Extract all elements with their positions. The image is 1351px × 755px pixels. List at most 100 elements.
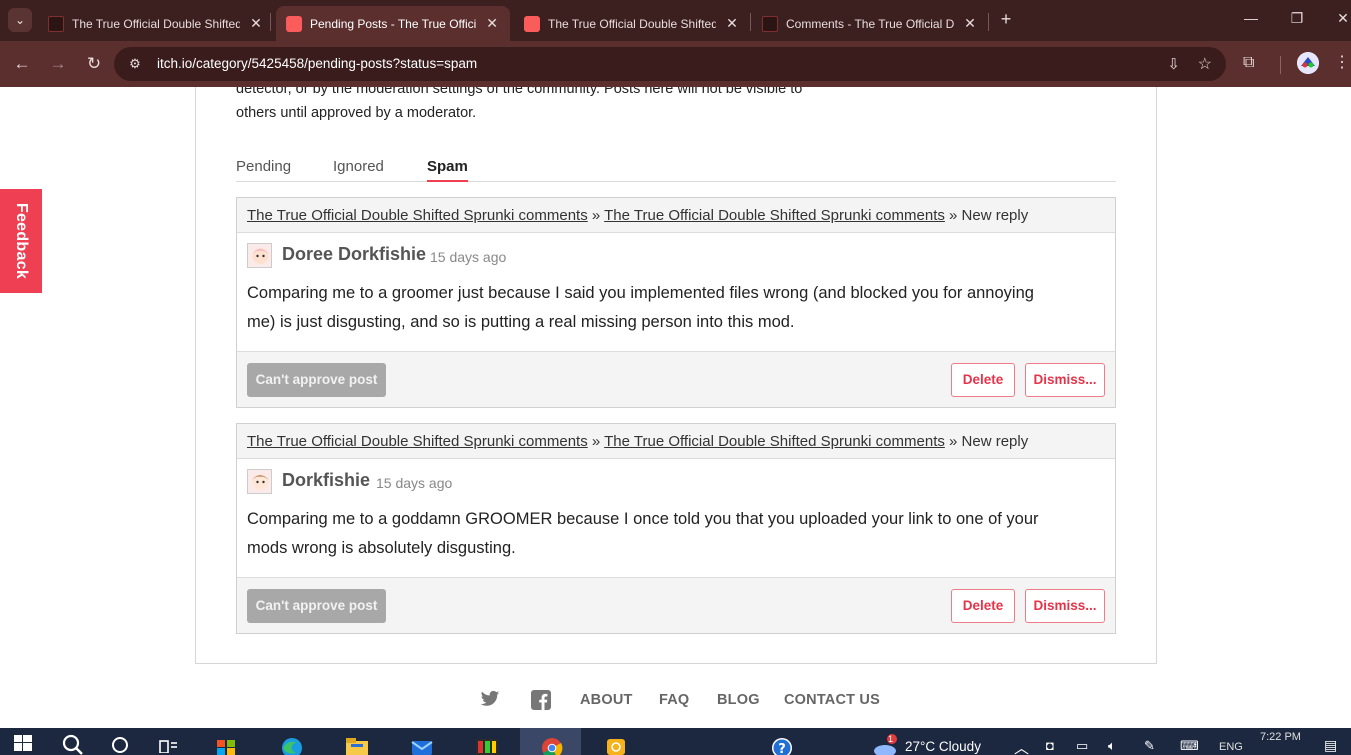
- profile-avatar-icon[interactable]: [1297, 52, 1319, 74]
- microsoft-store-icon[interactable]: [215, 733, 239, 755]
- itch-favicon-icon: [524, 15, 540, 32]
- browser-tab-3[interactable]: The True Official Double Shifted ✕: [514, 6, 750, 41]
- breadcrumb-current: » New reply: [949, 207, 1029, 224]
- dismiss-button[interactable]: Dismiss...: [1025, 363, 1105, 397]
- itch-favicon-icon: [286, 15, 302, 32]
- notes-app-icon[interactable]: [605, 733, 629, 755]
- language-indicator[interactable]: ENG: [1219, 741, 1243, 753]
- hidden-icons-chevron-icon[interactable]: ︿: [1014, 737, 1029, 755]
- browser-tab-1[interactable]: The True Official Double Shifted ✕: [38, 6, 274, 41]
- windows-taskbar: ? 1 27°C Cloudy ︿ ◘ ▭ 🔈︎ ✎ ⌨ ENG 7:22 PM…: [0, 728, 1351, 755]
- tab-ignored[interactable]: Ignored: [333, 158, 384, 182]
- page-viewport: Feedback detector, or by the moderation …: [0, 87, 1351, 728]
- cant-approve-button: Can't approve post: [247, 363, 386, 397]
- keyboard-icon[interactable]: ⌨: [1180, 738, 1199, 754]
- post-text: Comparing me to a groomer just because I…: [247, 284, 1034, 331]
- reload-icon[interactable]: ↻: [82, 52, 106, 76]
- delete-button[interactable]: Delete: [951, 589, 1015, 623]
- footer-link-blog[interactable]: BLOG: [717, 692, 760, 708]
- windows-start-icon[interactable]: [14, 733, 38, 755]
- tab-divider: [988, 13, 989, 31]
- footer-link-faq[interactable]: FAQ: [659, 692, 689, 708]
- post-author[interactable]: Dorkfishie: [282, 470, 370, 491]
- browser-tab-strip: ⌄ The True Official Double Shifted ✕ Pen…: [0, 0, 1351, 41]
- game-app-icon[interactable]: [475, 733, 499, 755]
- browser-toolbar: ← → ↻ ⚙ itch.io/category/5425458/pending…: [0, 41, 1351, 87]
- battery-icon[interactable]: ▭: [1076, 738, 1088, 754]
- edge-browser-icon[interactable]: [280, 733, 304, 755]
- facebook-icon[interactable]: [531, 690, 551, 710]
- new-tab-icon[interactable]: +: [996, 9, 1016, 30]
- minimize-icon[interactable]: —: [1241, 10, 1261, 26]
- post-body: Doree Dorkfishie 15 days ago Comparing m…: [237, 233, 1115, 351]
- breadcrumb: The True Official Double Shifted Sprunki…: [237, 424, 1115, 459]
- breadcrumb-link-game-comments[interactable]: The True Official Double Shifted Sprunki…: [247, 433, 588, 450]
- notification-icon[interactable]: ▤: [1324, 737, 1337, 754]
- browser-tab-4[interactable]: Comments - The True Official D ✕: [752, 6, 988, 41]
- breadcrumb-link-game-comments[interactable]: The True Official Double Shifted Sprunki…: [247, 207, 588, 224]
- tab-pending[interactable]: Pending: [236, 158, 291, 182]
- breadcrumb: The True Official Double Shifted Sprunki…: [237, 198, 1115, 233]
- user-avatar[interactable]: [247, 469, 272, 494]
- task-view-icon[interactable]: [158, 733, 182, 755]
- tab-spam[interactable]: Spam: [427, 158, 468, 182]
- post-date[interactable]: 15 days ago: [376, 475, 452, 491]
- install-app-icon[interactable]: ⇩: [1167, 55, 1180, 73]
- file-explorer-icon[interactable]: [345, 733, 369, 755]
- footer-link-about[interactable]: ABOUT: [580, 692, 633, 708]
- url-text[interactable]: itch.io/category/5425458/pending-posts?s…: [157, 56, 477, 71]
- breadcrumb-link-topic[interactable]: The True Official Double Shifted Sprunki…: [604, 207, 945, 224]
- search-icon[interactable]: [62, 733, 86, 755]
- close-tab-icon[interactable]: ✕: [724, 15, 740, 32]
- dismiss-button[interactable]: Dismiss...: [1025, 589, 1105, 623]
- back-arrow-icon[interactable]: ←: [10, 52, 34, 76]
- breadcrumb-separator: »: [591, 433, 601, 450]
- cortana-icon[interactable]: [110, 733, 134, 755]
- bookmark-star-icon[interactable]: ☆: [1198, 54, 1212, 74]
- feedback-button[interactable]: Feedback: [0, 189, 42, 293]
- tab-title: The True Official Double Shifted: [548, 16, 716, 31]
- close-tab-icon[interactable]: ✕: [248, 15, 264, 32]
- pending-posts-description: detector, or by the moderation settings …: [236, 87, 803, 121]
- mail-app-icon[interactable]: [410, 733, 434, 755]
- tab-divider: [750, 13, 751, 31]
- restore-icon[interactable]: ❐: [1287, 10, 1307, 27]
- camera-icon[interactable]: ◘: [1046, 738, 1054, 753]
- tab-title: The True Official Double Shifted: [72, 16, 240, 31]
- weather-text[interactable]: 27°C Cloudy: [905, 739, 981, 754]
- feedback-label: Feedback: [13, 202, 30, 280]
- forward-arrow-icon[interactable]: →: [46, 52, 70, 76]
- tab-search-button[interactable]: ⌄: [8, 8, 32, 32]
- cant-approve-button: Can't approve post: [247, 589, 386, 623]
- breadcrumb-separator: »: [591, 207, 601, 224]
- post-actions: Can't approve post Delete Dismiss...: [237, 577, 1115, 633]
- breadcrumb-link-topic[interactable]: The True Official Double Shifted Sprunki…: [604, 433, 945, 450]
- help-icon[interactable]: ?: [770, 733, 794, 755]
- footer-link-contact-us[interactable]: CONTACT US: [784, 692, 880, 708]
- twitter-icon[interactable]: [480, 690, 500, 710]
- address-bar[interactable]: ⚙ itch.io/category/5425458/pending-posts…: [114, 47, 1226, 81]
- chrome-browser-icon[interactable]: [540, 733, 564, 755]
- extensions-puzzle-icon[interactable]: ⧉: [1243, 54, 1254, 72]
- site-info-icon[interactable]: ⚙: [126, 55, 144, 73]
- itch-favicon-icon: [48, 15, 64, 32]
- browser-tab-2[interactable]: Pending Posts - The True Official ✕: [276, 6, 510, 41]
- close-tab-icon[interactable]: ✕: [962, 15, 978, 32]
- itch-favicon-icon: [762, 15, 778, 32]
- post-author[interactable]: Doree Dorkfishie: [282, 244, 426, 265]
- pending-post-card: The True Official Double Shifted Sprunki…: [236, 197, 1116, 408]
- close-tab-icon[interactable]: ✕: [484, 15, 500, 32]
- status-filter-tabs: Pending Ignored Spam: [236, 155, 1116, 182]
- volume-icon[interactable]: 🔈︎: [1108, 738, 1116, 754]
- svg-text:?: ?: [778, 742, 786, 755]
- tab-divider: [270, 13, 271, 31]
- close-window-icon[interactable]: ✕: [1333, 10, 1351, 27]
- post-actions: Can't approve post Delete Dismiss...: [237, 351, 1115, 407]
- user-avatar[interactable]: [247, 243, 272, 268]
- post-date[interactable]: 15 days ago: [430, 249, 506, 265]
- browser-menu-icon[interactable]: ⋮: [1334, 52, 1350, 72]
- pen-icon[interactable]: ✎: [1144, 738, 1155, 754]
- site-footer: ABOUT FAQ BLOG CONTACT US: [0, 687, 1351, 717]
- clock-time[interactable]: 7:22 PM: [1260, 731, 1301, 743]
- delete-button[interactable]: Delete: [951, 363, 1015, 397]
